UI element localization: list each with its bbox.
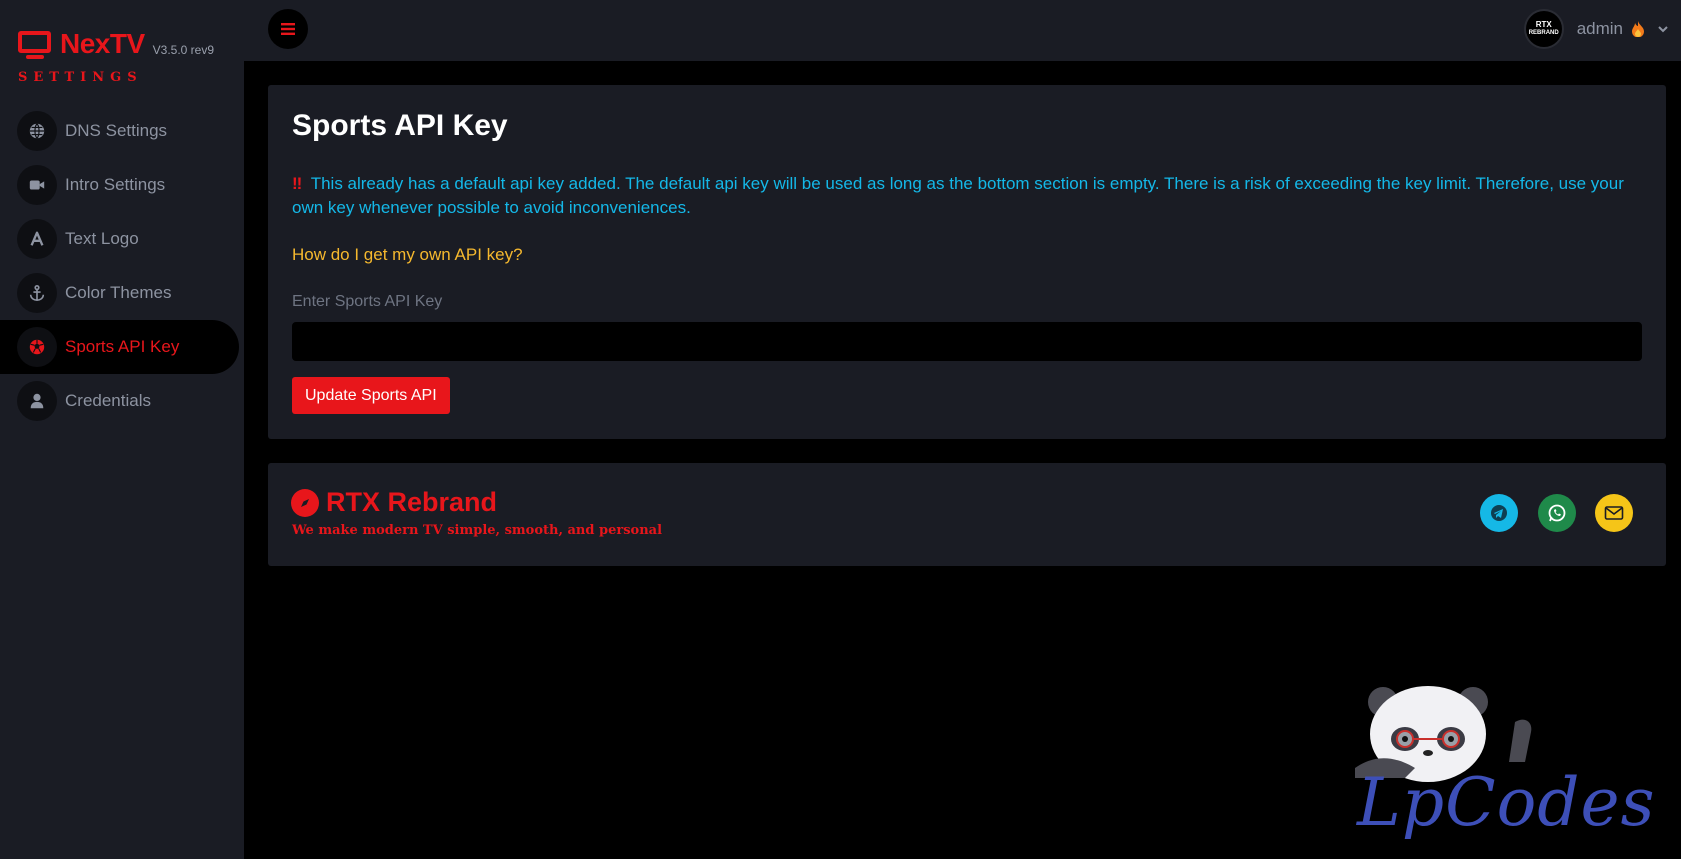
anchor-icon bbox=[17, 273, 57, 313]
rtx-rebrand-card: RTX Rebrand We make modern TV simple, sm… bbox=[268, 463, 1666, 566]
globe-icon bbox=[17, 111, 57, 151]
sports-api-key-input[interactable] bbox=[292, 322, 1642, 361]
update-sports-api-button[interactable]: Update Sports API bbox=[292, 377, 450, 414]
video-camera-icon bbox=[17, 165, 57, 205]
sidebar: NexTV V3.5.0 rev9 SETTINGS DNS Settings … bbox=[0, 0, 244, 859]
email-button[interactable] bbox=[1595, 494, 1633, 532]
brand-logo[interactable]: NexTV V3.5.0 rev9 bbox=[17, 24, 214, 64]
sidebar-item-color-themes[interactable]: Color Themes bbox=[0, 266, 244, 320]
sidebar-item-label: Sports API Key bbox=[65, 337, 180, 356]
get-api-key-link[interactable]: How do I get my own API key? bbox=[292, 245, 523, 265]
lpcodes-watermark: LpCodes bbox=[1355, 678, 1655, 848]
soccer-ball-icon bbox=[17, 327, 57, 367]
user-icon bbox=[17, 381, 57, 421]
sidebar-item-text-logo[interactable]: Text Logo bbox=[0, 212, 244, 266]
notice-text: This already has a default api key added… bbox=[292, 174, 1624, 217]
sidebar-item-label: Intro Settings bbox=[65, 175, 166, 194]
sidebar-item-label: Credentials bbox=[65, 391, 151, 410]
sidebar-item-label: Color Themes bbox=[65, 283, 172, 302]
whatsapp-icon bbox=[1548, 504, 1566, 522]
sidebar-item-label: Text Logo bbox=[65, 229, 139, 248]
topbar: RTX REBRAND admin bbox=[244, 0, 1681, 61]
menu-toggle-button[interactable] bbox=[268, 9, 308, 49]
flame-icon bbox=[1632, 21, 1644, 37]
sports-api-card: Sports API Key ‼ This already has a defa… bbox=[268, 85, 1666, 439]
avatar: RTX REBRAND bbox=[1523, 9, 1564, 49]
telegram-button[interactable] bbox=[1480, 494, 1518, 532]
compass-icon bbox=[291, 489, 319, 517]
page-title: Sports API Key bbox=[292, 109, 508, 142]
hamburger-icon bbox=[281, 23, 295, 35]
rtx-rebrand-title: RTX Rebrand bbox=[326, 487, 498, 517]
brand-name: NexTV bbox=[60, 28, 145, 59]
default-key-notice: ‼ This already has a default api key add… bbox=[292, 172, 1642, 220]
brand-version: V3.5.0 rev9 bbox=[152, 43, 215, 57]
sidebar-item-label: DNS Settings bbox=[65, 121, 168, 140]
sidebar-menu: DNS Settings Intro Settings Text Logo Co… bbox=[0, 104, 244, 428]
sidebar-item-intro-settings[interactable]: Intro Settings bbox=[0, 158, 244, 212]
rtx-rebrand-tagline: We make modern TV simple, smooth, and pe… bbox=[292, 523, 663, 538]
sidebar-item-dns-settings[interactable]: DNS Settings bbox=[0, 104, 244, 158]
chevron-down-icon bbox=[1658, 26, 1668, 33]
watermark-text: LpCodes bbox=[1357, 764, 1656, 841]
telegram-icon bbox=[1491, 505, 1507, 521]
whatsapp-button[interactable] bbox=[1538, 494, 1576, 532]
api-key-field-label: Enter Sports API Key bbox=[292, 293, 443, 310]
sidebar-item-credentials[interactable]: Credentials bbox=[0, 374, 244, 428]
letter-a-icon bbox=[17, 219, 57, 259]
brand-subtitle: SETTINGS bbox=[18, 70, 143, 85]
user-menu[interactable]: RTX REBRAND admin bbox=[1523, 9, 1669, 49]
username: admin bbox=[1576, 19, 1623, 38]
warning-icon: ‼ bbox=[292, 174, 303, 193]
tv-icon bbox=[17, 29, 53, 59]
envelope-icon bbox=[1604, 506, 1624, 520]
sidebar-item-sports-api-key[interactable]: Sports API Key bbox=[0, 320, 239, 374]
